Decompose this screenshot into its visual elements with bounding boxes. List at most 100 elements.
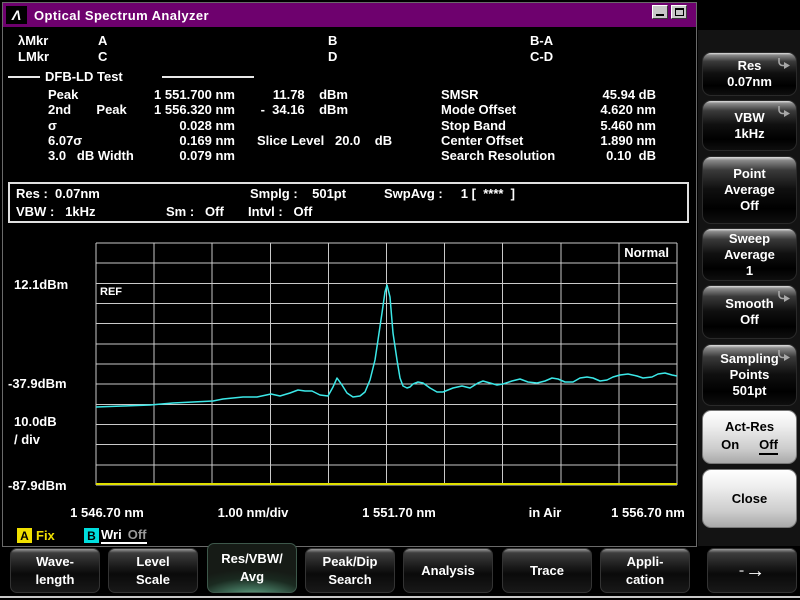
softkey-line: Act-Res: [703, 419, 796, 435]
trace-a-badge: A: [17, 528, 32, 543]
stop-band-label: Stop Band: [441, 118, 506, 133]
menu-more-arrow[interactable]: - →: [707, 548, 797, 593]
close-softkey[interactable]: Close: [702, 469, 797, 528]
y-axis-mid-level: -37.9dBm: [8, 376, 67, 391]
more-arrow-dash: -: [739, 562, 744, 580]
x-axis-medium: in Air: [529, 505, 562, 520]
measurement-row: Peak 1 551.700 nm 11.78 dBm SMSR 45.94 d…: [0, 87, 700, 102]
softkey-line: Sweep: [703, 231, 796, 247]
menu-label: Res/VBW/: [221, 550, 282, 568]
menu-label: cation: [626, 571, 664, 589]
menu-trace[interactable]: Trace: [502, 548, 592, 593]
peak-wavelength-value: 1 551.700 nm: [110, 87, 235, 102]
y-axis-scale-unit: / div: [14, 432, 40, 447]
sweep-average-softkey[interactable]: Sweep Average 1: [702, 228, 797, 281]
title-bar: Λ Optical Spectrum Analyzer: [3, 3, 696, 27]
act-res-on-option[interactable]: On: [721, 437, 739, 455]
menu-label: Level: [136, 553, 169, 571]
y-axis-scale: 10.0dB: [14, 414, 57, 429]
status-res: Res : 0.07nm: [16, 186, 100, 202]
act-res-softkey[interactable]: Act-Res On Off: [702, 410, 797, 464]
menu-res-vbw-avg[interactable]: Res/VBW/ Avg: [207, 543, 297, 593]
menu-label: Trace: [530, 562, 564, 580]
minimize-icon: [656, 14, 664, 16]
y-axis-bottom-level: -87.9dBm: [8, 478, 67, 493]
menu-label: length: [36, 571, 75, 589]
measurement-row: 3.0 dB Width 0.079 nm Search Resolution …: [0, 148, 700, 163]
softkey-value: Off: [703, 198, 796, 214]
trace-mode-label: Normal: [624, 245, 669, 260]
smooth-softkey[interactable]: Smooth Off: [702, 285, 797, 339]
menu-label: Appli-: [627, 553, 664, 571]
center-offset-value: 1.890 nm: [540, 133, 656, 148]
search-resolution-label: Search Resolution: [441, 148, 555, 163]
softkey-value: 1kHz: [703, 126, 796, 142]
menu-level-scale[interactable]: Level Scale: [108, 548, 198, 593]
softkey-value: Off: [703, 312, 796, 328]
act-res-off-option[interactable]: Off: [759, 437, 778, 455]
menu-label: Wave-: [36, 553, 74, 571]
section-rule-left: [8, 76, 40, 78]
six-sigma-label: 6.07σ: [48, 133, 82, 148]
res-softkey[interactable]: Res 0.07nm: [702, 52, 797, 96]
submenu-arrow-icon: [777, 349, 791, 362]
trace-b-state-group: Wri Off: [101, 527, 147, 544]
maximize-button[interactable]: [671, 5, 687, 19]
marker-b-label: B: [328, 33, 337, 48]
level-marker-label: LMkr: [18, 49, 49, 64]
spectrum-chart: REF Normal: [96, 243, 677, 485]
slice-level-value: Slice Level 20.0 dB: [257, 133, 392, 148]
x-axis-start-wavelength: 1 546.70 nm: [70, 505, 144, 520]
x-axis-stop-wavelength: 1 556.70 nm: [611, 505, 685, 520]
bottom-divider: [0, 596, 800, 598]
six-sigma-value: 0.169 nm: [110, 133, 235, 148]
sigma-label: σ: [48, 118, 57, 133]
sampling-points-softkey[interactable]: Sampling Points 501pt: [702, 344, 797, 406]
trace-b-badge: B: [84, 528, 99, 543]
spectrum-trace-plot: [96, 243, 677, 485]
submenu-arrow-icon: [777, 290, 791, 303]
menu-wavelength[interactable]: Wave- length: [10, 548, 100, 593]
mode-offset-label: Mode Offset: [441, 102, 516, 117]
maximize-icon: [675, 8, 684, 16]
softkey-line: Close: [703, 491, 796, 507]
anritsu-logo-icon: Λ: [6, 6, 27, 24]
menu-peak-dip-search[interactable]: Peak/Dip Search: [305, 548, 395, 593]
trace-a-state: Fix: [36, 528, 55, 543]
point-average-softkey[interactable]: Point Average Off: [702, 156, 797, 224]
ref-line-label: REF: [100, 286, 122, 298]
softkey-value: 501pt: [703, 383, 796, 399]
menu-analysis[interactable]: Analysis: [403, 548, 493, 593]
y-axis-ref-level: 12.1dBm: [14, 277, 68, 292]
submenu-arrow-icon: [777, 105, 791, 118]
minimize-button[interactable]: [652, 5, 668, 19]
window-title: Optical Spectrum Analyzer: [34, 8, 209, 23]
marker-d-label: D: [328, 49, 337, 64]
osa-screen: Λ Optical Spectrum Analyzer 2/7/2021 15:…: [0, 0, 800, 600]
marker-a-label: A: [98, 33, 107, 48]
section-rule-right: [162, 76, 254, 78]
mode-offset-value: 4.620 nm: [540, 102, 656, 117]
menu-label: Analysis: [421, 562, 474, 580]
softkey-value: 1: [703, 263, 796, 279]
softkey-line: Points: [703, 367, 796, 383]
db-width-value: 0.079 nm: [110, 148, 235, 163]
x-axis-scale: 1.00 nm/div: [218, 505, 289, 520]
wavelength-marker-label: λMkr: [18, 33, 48, 48]
softkey-line: Point: [703, 166, 796, 182]
submenu-arrow-icon: [777, 57, 791, 70]
trace-b-substate: Off: [128, 527, 147, 542]
measurement-row: 2nd Peak 1 556.320 nm - 34.16 dBm Mode O…: [0, 102, 700, 117]
vbw-softkey[interactable]: VBW 1kHz: [702, 100, 797, 151]
status-sampling: Smplg : 501pt: [250, 186, 346, 202]
marker-ba-label: B-A: [530, 33, 553, 48]
measurement-row: σ 0.028 nm Stop Band 5.460 nm: [0, 118, 700, 133]
status-sweep-average: SwpAvg : 1 [ **** ]: [384, 186, 515, 202]
more-arrow-icon: →: [745, 561, 765, 581]
search-resolution-value: 0.10 dB: [540, 148, 656, 163]
measurement-row: 6.07σ 0.169 nm Slice Level 20.0 dB Cente…: [0, 133, 700, 148]
trace-b-state: Wri: [101, 527, 122, 542]
x-axis-center-wavelength: 1 551.70 nm: [362, 505, 436, 520]
stop-band-value: 5.460 nm: [540, 118, 656, 133]
menu-application[interactable]: Appli- cation: [600, 548, 690, 593]
